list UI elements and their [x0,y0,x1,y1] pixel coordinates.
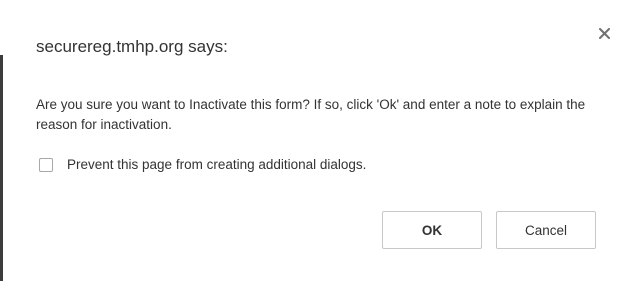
cancel-button[interactable]: Cancel [496,211,596,249]
suppress-dialogs-label[interactable]: Prevent this page from creating addition… [67,157,366,172]
dialog-message: Are you sure you want to Inactivate this… [36,97,586,132]
dialog-title: securereg.tmhp.org says: [36,37,228,56]
close-icon[interactable] [596,25,612,41]
ok-button[interactable]: OK [382,211,482,249]
suppress-dialogs-option[interactable]: Prevent this page from creating addition… [39,157,366,172]
page: securereg.tmhp.org says: Are you sure yo… [0,0,621,281]
alert-dialog: securereg.tmhp.org says: Are you sure yo… [3,0,621,281]
suppress-dialogs-checkbox[interactable] [39,157,53,172]
